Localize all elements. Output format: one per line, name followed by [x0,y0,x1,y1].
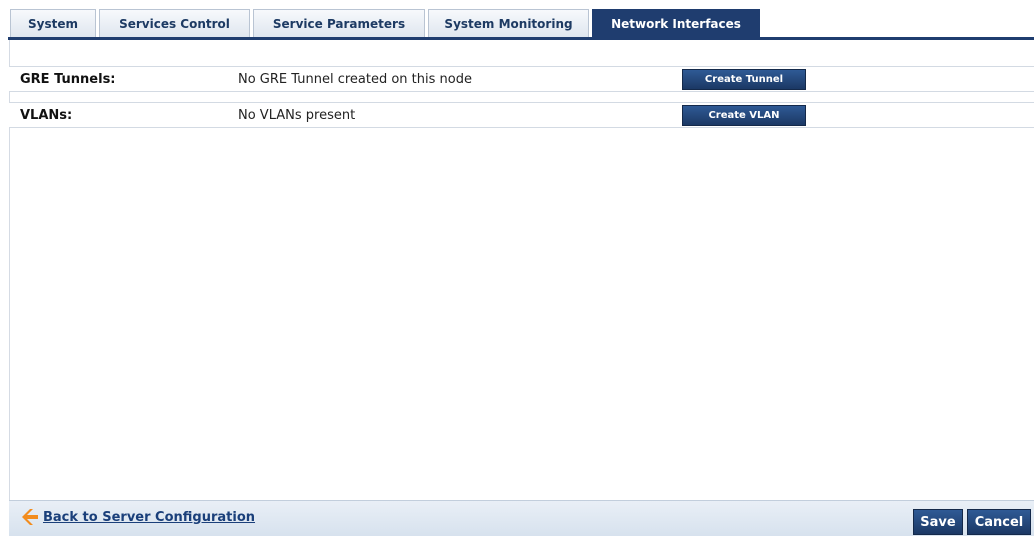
create-tunnel-button[interactable]: Create Tunnel [682,69,806,90]
gre-tunnels-row: GRE Tunnels: No GRE Tunnel created on th… [9,66,1034,92]
footer-bar: Back to Server Configuration Save Cancel [9,500,1034,536]
cancel-button[interactable]: Cancel [967,509,1031,535]
gre-tunnels-label: GRE Tunnels: [20,72,116,87]
tab-service-parameters[interactable]: Service Parameters [253,9,425,37]
vlans-row: VLANs: No VLANs present Create VLAN [9,102,1034,128]
tab-system-monitoring[interactable]: System Monitoring [428,9,589,37]
tab-services-control[interactable]: Services Control [99,9,250,37]
gre-tunnels-value: No GRE Tunnel created on this node [238,72,472,87]
save-button[interactable]: Save [913,509,963,535]
create-vlan-button[interactable]: Create VLAN [682,105,806,126]
vlans-value: No VLANs present [238,108,356,123]
back-to-server-configuration-link[interactable]: Back to Server Configuration [21,508,255,526]
back-arrow-icon [21,508,39,526]
tab-bar: System Services Control Service Paramete… [8,9,1034,41]
back-link-label: Back to Server Configuration [43,509,256,525]
tab-system[interactable]: System [10,9,96,37]
tab-network-interfaces[interactable]: Network Interfaces [592,9,760,37]
vlans-label: VLANs: [20,108,73,123]
